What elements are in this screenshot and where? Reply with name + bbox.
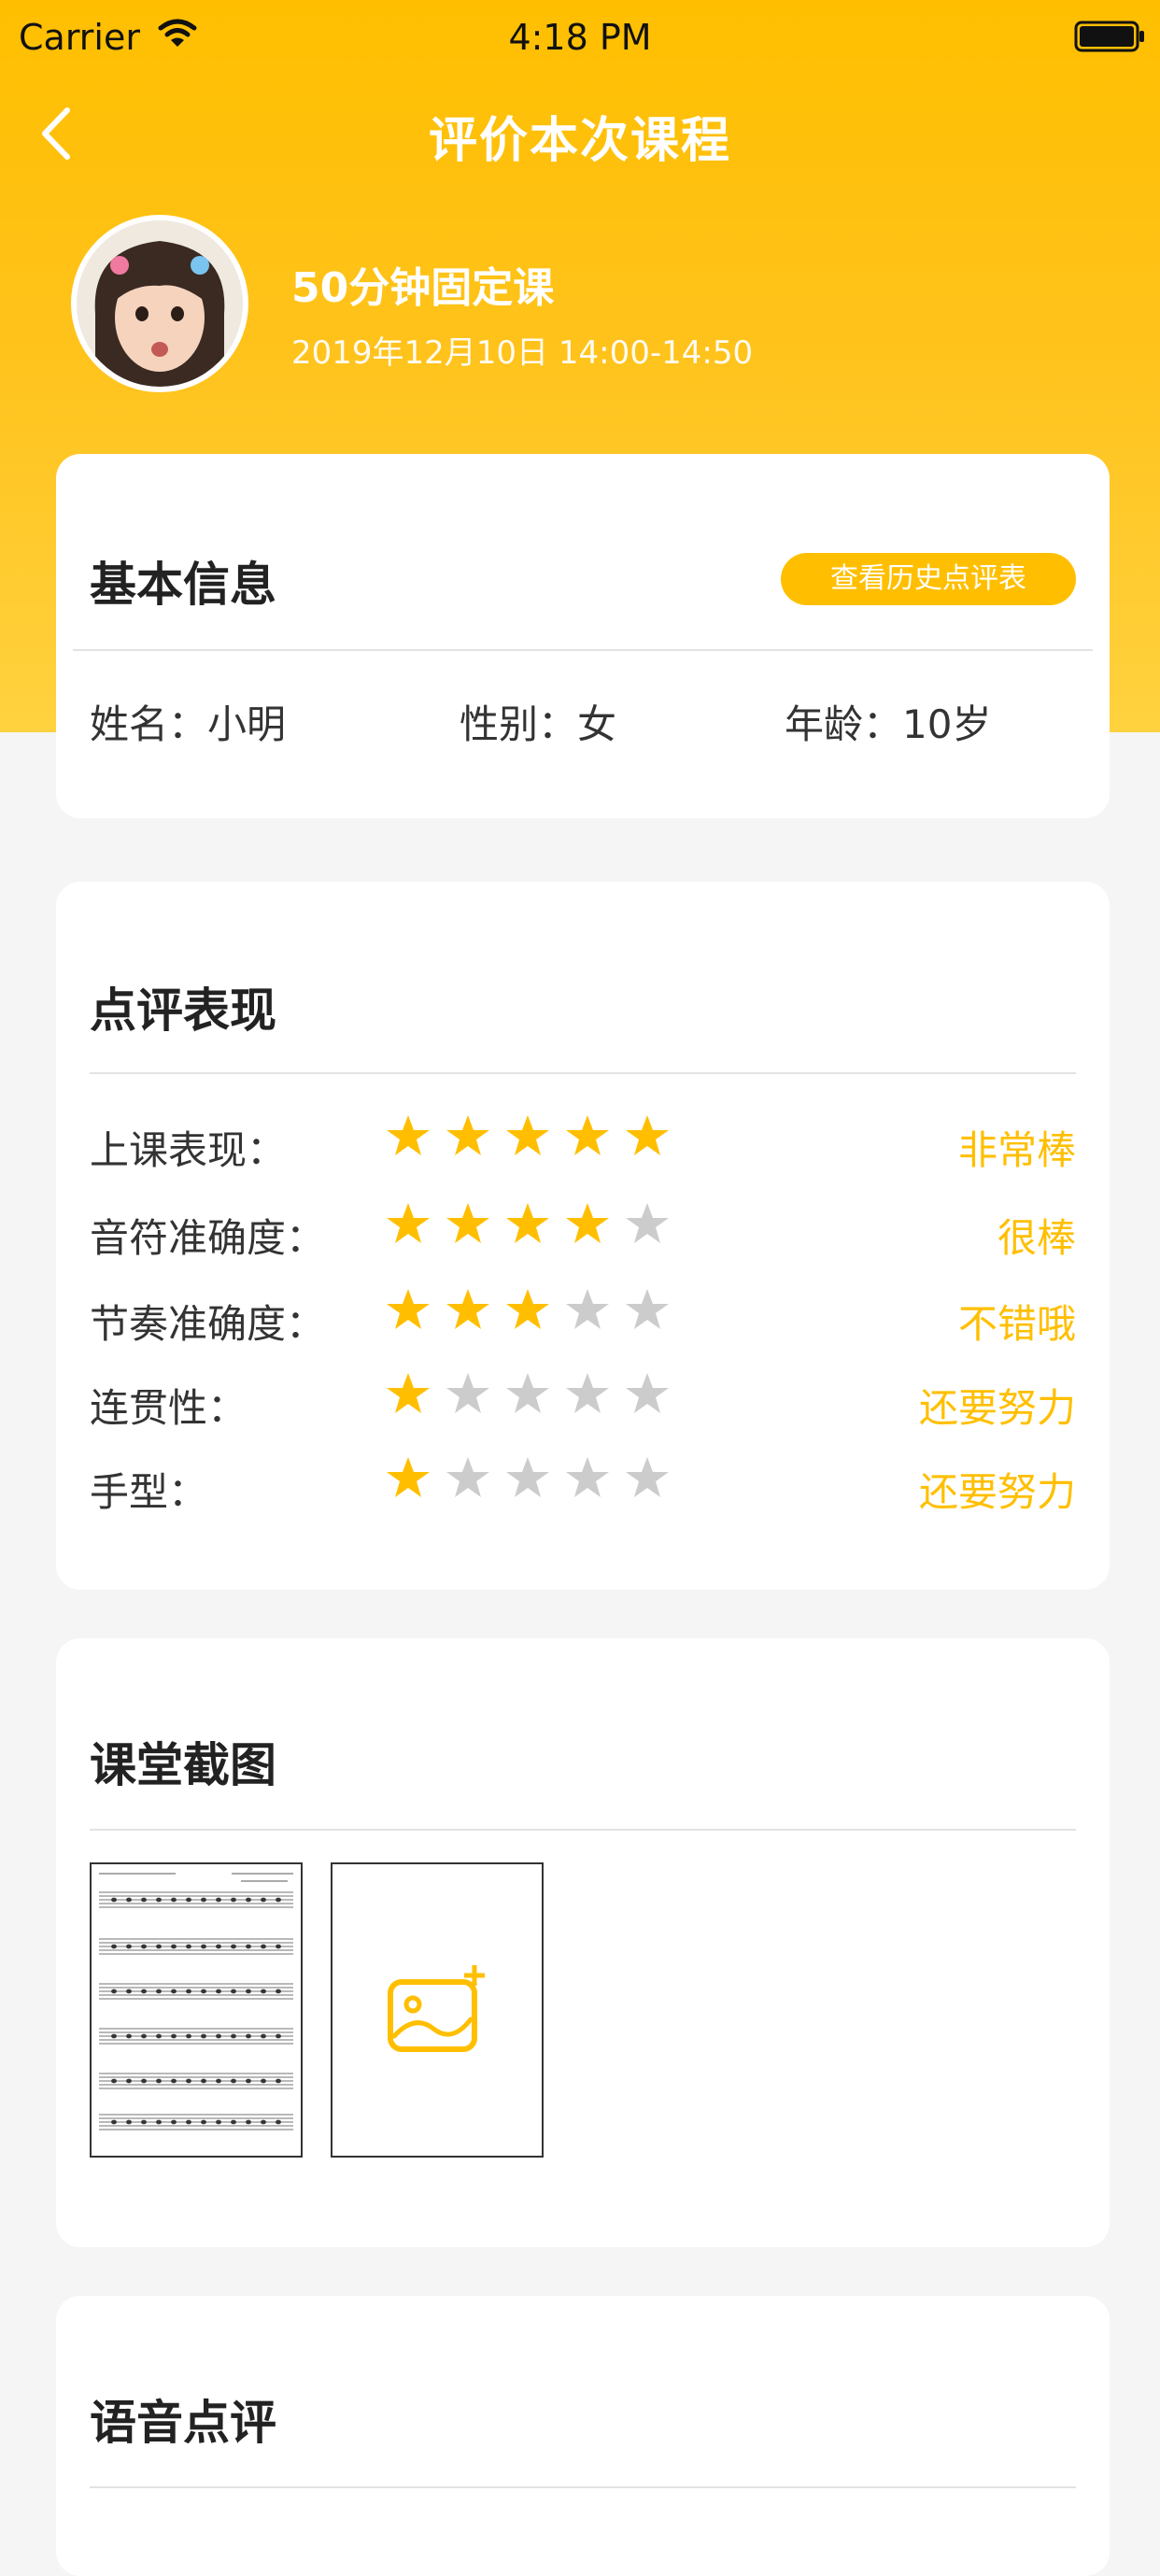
- star-icon[interactable]: [385, 1287, 431, 1334]
- student-gender: 性别：女: [460, 701, 617, 747]
- star-icon[interactable]: [504, 1371, 551, 1418]
- divider: [73, 649, 1093, 651]
- star-icon[interactable]: [504, 1113, 551, 1160]
- student-age: 年龄：10岁: [785, 701, 992, 747]
- screenshots-title: 课堂截图: [90, 1738, 276, 1792]
- divider: [90, 1829, 1076, 1831]
- student-avatar: [71, 215, 248, 392]
- add-photo-icon: [388, 1965, 485, 2052]
- rating-value: 还要努力: [918, 1469, 1076, 1515]
- rating-label: 连贯性：: [90, 1385, 248, 1431]
- add-screenshot-button[interactable]: [331, 1862, 544, 2158]
- course-datetime: 2019年12月10日 14:00-14:50: [291, 334, 754, 372]
- star-icon[interactable]: [564, 1287, 611, 1334]
- star-icon[interactable]: [385, 1455, 431, 1502]
- voice-review-title: 语音点评: [90, 2396, 276, 2450]
- star-icon[interactable]: [624, 1113, 671, 1160]
- rating-value: 不错哦: [957, 1301, 1076, 1347]
- star-icon[interactable]: [385, 1371, 431, 1418]
- student-name: 姓名：小明: [90, 701, 287, 747]
- star-icon[interactable]: [624, 1371, 671, 1418]
- page-title: 评价本次课程: [428, 113, 731, 169]
- star-icon[interactable]: [504, 1201, 551, 1248]
- rating-row: 连贯性： 还要努力: [90, 1367, 1076, 1433]
- star-icon[interactable]: [445, 1455, 491, 1502]
- star-icon[interactable]: [445, 1201, 491, 1248]
- view-history-button[interactable]: 查看历史点评表: [781, 553, 1076, 605]
- voice-review-card: 语音点评: [56, 2296, 1110, 2576]
- rating-row: 手型： 还要努力: [90, 1451, 1076, 1517]
- star-icon[interactable]: [624, 1201, 671, 1248]
- star-icon[interactable]: [445, 1113, 491, 1160]
- rating-label: 音符准确度：: [90, 1215, 326, 1261]
- rating-row: 音符准确度： 很棒: [90, 1197, 1076, 1263]
- rating-label: 手型：: [90, 1469, 208, 1515]
- status-bar: Carrier 4:18 PM: [0, 0, 1160, 75]
- rating-value: 很棒: [997, 1215, 1076, 1261]
- rating-row: 节奏准确度： 不错哦: [90, 1283, 1076, 1349]
- clock: 4:18 PM: [508, 17, 652, 58]
- star-icon[interactable]: [445, 1371, 491, 1418]
- battery-icon: [1074, 21, 1144, 52]
- rating-label: 上课表现：: [90, 1127, 287, 1173]
- star-icon[interactable]: [564, 1113, 611, 1160]
- divider: [90, 2486, 1076, 2488]
- star-icon[interactable]: [385, 1201, 431, 1248]
- rating-label: 节奏准确度：: [90, 1301, 326, 1347]
- star-icon[interactable]: [624, 1287, 671, 1334]
- rating-row: 上课表现： 非常棒: [90, 1110, 1076, 1175]
- rating-value: 非常棒: [957, 1127, 1076, 1173]
- basic-info-card: 基本信息 查看历史点评表 姓名：小明 性别：女 年龄：10岁: [56, 454, 1110, 818]
- course-name: 50分钟固定课: [291, 264, 555, 312]
- star-icon[interactable]: [504, 1287, 551, 1334]
- review-card: 点评表现 上课表现： 非常棒 音符准确度： 很棒 节奏准确度： 不错哦 连贯性： 还要努力 手型…: [56, 882, 1110, 1590]
- star-icon[interactable]: [504, 1455, 551, 1502]
- star-icon[interactable]: [564, 1455, 611, 1502]
- screenshots-card: 课堂截图: [56, 1638, 1110, 2247]
- basic-info-title: 基本信息: [90, 558, 276, 612]
- star-icon[interactable]: [445, 1287, 491, 1334]
- divider: [90, 1072, 1076, 1074]
- star-icon[interactable]: [564, 1371, 611, 1418]
- review-title: 点评表现: [90, 984, 276, 1038]
- star-icon[interactable]: [564, 1201, 611, 1248]
- rating-value: 还要努力: [918, 1385, 1076, 1431]
- sheet-music-thumbnail[interactable]: [90, 1862, 303, 2158]
- star-icon[interactable]: [385, 1113, 431, 1160]
- star-icon[interactable]: [624, 1455, 671, 1502]
